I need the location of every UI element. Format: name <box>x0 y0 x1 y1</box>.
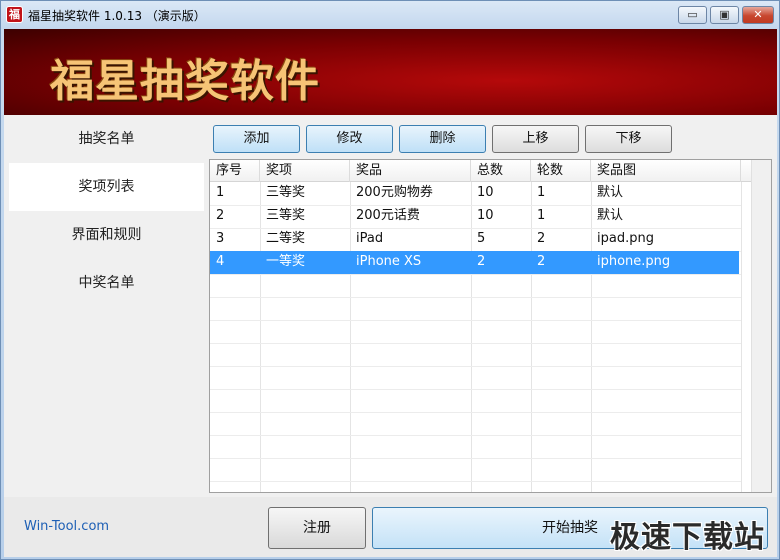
column-header[interactable]: 轮数 <box>531 160 591 182</box>
cell-image: 默认 <box>597 208 624 223</box>
cell-prize: iPad <box>356 231 384 246</box>
grid-row-line <box>210 389 741 390</box>
register-button[interactable]: 注册 <box>268 507 366 549</box>
grid-row-line <box>210 343 741 344</box>
cell-prize-level: 一等奖 <box>266 254 306 269</box>
banner-title: 福星抽奖软件 <box>50 56 320 107</box>
sidebar: 抽奖名单 奖项列表 界面和规则 中奖名单 <box>4 115 204 497</box>
app-window: 福 福星抽奖软件 1.0.13 （演示版） ▭ ▣ ✕ 福星抽奖软件 抽奖名单 … <box>0 0 780 560</box>
minimize-button[interactable]: ▭ <box>678 6 707 24</box>
grid-row-line <box>210 297 741 298</box>
cell-index: 3 <box>216 231 225 246</box>
grid-row-line <box>210 458 741 459</box>
cell-image: iphone.png <box>597 254 671 269</box>
move-down-button[interactable]: 下移 <box>585 125 672 153</box>
cell-image: 默认 <box>597 185 624 200</box>
cell-index: 1 <box>216 185 225 200</box>
delete-button[interactable]: 删除 <box>399 125 486 153</box>
cell-total: 5 <box>477 231 486 246</box>
cell-prize: 200元购物券 <box>356 185 433 200</box>
grid-column-line <box>741 182 742 492</box>
column-header[interactable]: 奖品 <box>350 160 471 182</box>
close-button[interactable]: ✕ <box>742 6 774 24</box>
cell-prize: iPhone XS <box>356 254 422 269</box>
sidebar-item-winners[interactable]: 中奖名单 <box>9 259 204 307</box>
cell-rounds: 2 <box>537 231 546 246</box>
maximize-button[interactable]: ▣ <box>710 6 739 24</box>
move-up-button[interactable]: 上移 <box>492 125 579 153</box>
sidebar-item-prize-list[interactable]: 奖项列表 <box>9 163 204 211</box>
add-button[interactable]: 添加 <box>213 125 300 153</box>
grid-row-line <box>210 412 741 413</box>
app-icon: 福 <box>6 6 23 23</box>
table-row[interactable]: 1 三等奖 200元购物券 10 1 默认 <box>210 182 739 205</box>
sidebar-item-draw-list[interactable]: 抽奖名单 <box>9 115 204 163</box>
grid-row-line <box>210 320 741 321</box>
prize-table[interactable]: 序号 奖项 奖品 总数 轮数 奖品图 1 三等奖 200元购物券 10 1 默认… <box>209 159 772 493</box>
watermark-logo: 极速下载站 <box>610 520 765 555</box>
vertical-scrollbar[interactable] <box>751 160 771 492</box>
column-header[interactable]: 总数 <box>471 160 531 182</box>
grid-row-line <box>210 274 741 275</box>
table-header: 序号 奖项 奖品 总数 轮数 奖品图 <box>210 160 771 182</box>
sidebar-item-ui-rules[interactable]: 界面和规则 <box>9 211 204 259</box>
grid-row-line <box>210 366 741 367</box>
cell-total: 10 <box>477 208 494 223</box>
title-bar[interactable]: 福 福星抽奖软件 1.0.13 （演示版） ▭ ▣ ✕ <box>1 1 779 29</box>
grid-row-line <box>210 481 741 482</box>
cell-prize-level: 三等奖 <box>266 185 306 200</box>
cell-prize-level: 二等奖 <box>266 231 306 246</box>
website-link[interactable]: Win-Tool.com <box>24 519 109 534</box>
table-row-selected[interactable]: 4 一等奖 iPhone XS 2 2 iphone.png <box>210 251 739 274</box>
minimize-icon: ▭ <box>687 8 698 21</box>
banner: 福星抽奖软件 <box>4 29 777 115</box>
cell-index: 4 <box>216 254 225 269</box>
cell-total: 2 <box>477 254 486 269</box>
cell-rounds: 1 <box>537 185 546 200</box>
maximize-icon: ▣ <box>719 8 730 21</box>
main-panel: 添加 修改 删除 上移 下移 序号 奖项 奖品 总数 轮数 奖品图 1 三等奖 … <box>204 115 777 497</box>
cell-total: 10 <box>477 185 494 200</box>
column-header[interactable]: 奖品图 <box>591 160 741 182</box>
window-title: 福星抽奖软件 1.0.13 （演示版） <box>28 9 206 23</box>
grid-row-line <box>210 435 741 436</box>
table-row[interactable]: 3 二等奖 iPad 5 2 ipad.png <box>210 228 739 251</box>
cell-index: 2 <box>216 208 225 223</box>
cell-image: ipad.png <box>597 231 654 246</box>
cell-rounds: 1 <box>537 208 546 223</box>
column-header[interactable]: 序号 <box>210 160 260 182</box>
edit-button[interactable]: 修改 <box>306 125 393 153</box>
cell-rounds: 2 <box>537 254 546 269</box>
close-icon: ✕ <box>753 8 763 21</box>
column-header[interactable]: 奖项 <box>260 160 350 182</box>
cell-prize-level: 三等奖 <box>266 208 306 223</box>
table-row[interactable]: 2 三等奖 200元话费 10 1 默认 <box>210 205 739 228</box>
cell-prize: 200元话费 <box>356 208 420 223</box>
